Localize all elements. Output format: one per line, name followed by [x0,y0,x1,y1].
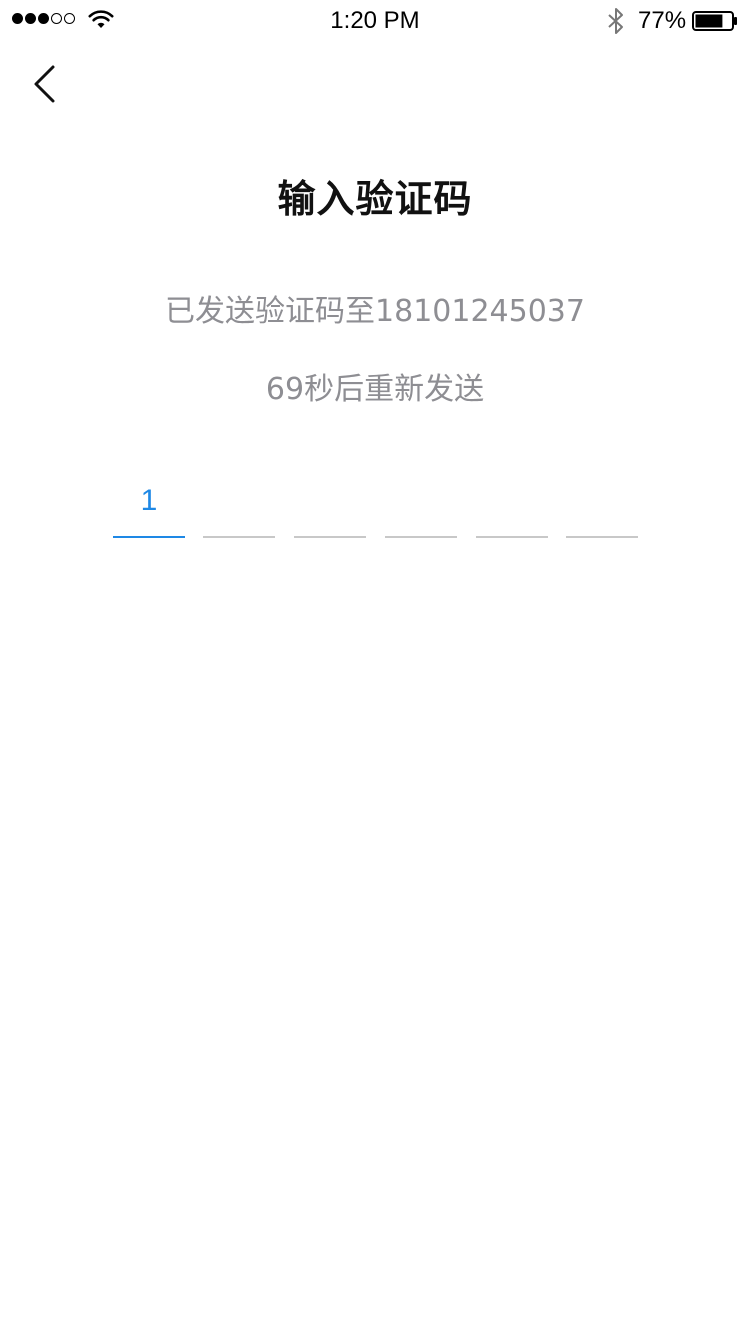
code-digit-box[interactable] [385,478,457,538]
verification-screen: 1:20 PM 77% 输入验证码 已发送验证码至18101245037 69秒… [0,0,750,1334]
code-digit-box[interactable] [203,478,275,538]
code-digit-box[interactable]: 1 [113,478,185,538]
code-digit-box[interactable] [566,478,638,538]
resend-countdown[interactable]: 69秒后重新发送 [0,364,750,408]
battery-icon [692,11,737,31]
page-title: 输入验证码 [277,177,473,221]
battery-percentage: 77% [638,7,687,34]
bluetooth-icon [608,8,623,34]
code-digit-box[interactable] [294,478,366,538]
verification-code-input[interactable]: 1 [113,478,639,540]
back-button[interactable] [20,60,70,110]
chevron-left-icon [34,65,55,103]
code-digit-box[interactable] [476,478,548,538]
status-bar: 1:20 PM 77% [0,0,750,40]
sent-info-text: 已发送验证码至18101245037 [165,294,585,329]
